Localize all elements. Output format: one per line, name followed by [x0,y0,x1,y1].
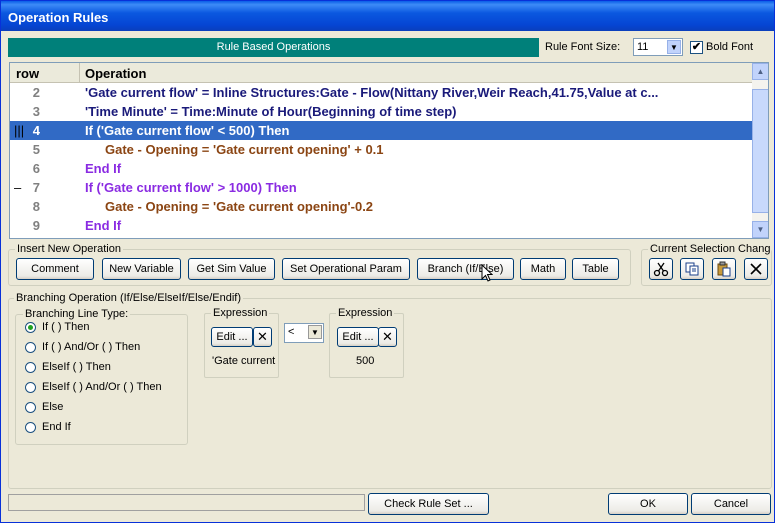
table-row[interactable]: 2 'Gate current flow' = Inline Structures… [10,83,752,102]
current-selection-change-legend: Current Selection Change [648,243,771,255]
operation-text: 'Time Minute' = Time:Minute of Hour(Begi… [85,104,457,119]
title-bar[interactable]: Operation Rules [1,1,774,31]
cancel-button[interactable]: Cancel [691,493,771,515]
window-title: Operation Rules [8,10,109,25]
chevron-down-icon[interactable]: ▼ [308,325,322,339]
row-number: 4 [32,123,40,138]
row-number: 2 [32,85,40,100]
table-row[interactable]: 3 'Time Minute' = Time:Minute of Hour(Beg… [10,102,752,121]
scroll-thumb[interactable] [752,89,768,213]
operation-text: 'Gate current flow' = Inline Structures:… [85,85,659,100]
scroll-down-icon[interactable]: ▼ [752,221,768,238]
table-button[interactable]: Table [572,258,619,280]
chevron-down-icon[interactable]: ▼ [667,40,681,54]
new-variable-button[interactable]: New Variable [102,258,181,280]
scroll-up-icon[interactable]: ▲ [752,63,768,80]
right-expression-value: 500 [356,355,375,367]
operation-text: End If [85,218,122,233]
right-expression-legend: Expression [336,307,395,319]
row-number: 8 [32,199,40,214]
bold-font-checkbox[interactable]: ✔ [690,41,703,54]
row-number: 7 [32,180,40,195]
mouse-pointer-icon [481,264,493,282]
operation-text: Gate - Opening = 'Gate current opening' … [105,142,384,157]
bold-font-label: Bold Font [706,41,754,53]
radio-button[interactable] [25,402,36,413]
radio-button[interactable] [25,342,36,353]
branching-operation-legend: Branching Operation (If/Else/ElseIf/Else… [14,292,243,304]
ok-button[interactable]: OK [608,493,688,515]
left-expression-value: 'Gate current [212,355,276,367]
copy-icon[interactable] [680,258,704,280]
table-row[interactable]: 5 Gate - Opening = 'Gate current opening'… [10,140,752,159]
table-row[interactable]: 9 End If [10,216,752,235]
operation-text: If ('Gate current flow' > 1000) Then [85,180,297,195]
radio-button[interactable] [25,382,36,393]
grid-header: row Operation [10,63,752,83]
branching-line-type-group [15,314,188,445]
comment-button[interactable]: Comment [16,258,94,280]
radio-label: Else [42,401,64,413]
radio-label: If ( ) Then [42,321,90,333]
status-bar [8,494,365,511]
radio-label: If ( ) And/Or ( ) Then [42,341,141,353]
radio-label: End If [42,421,71,433]
left-expression-clear-close-icon[interactable]: ✕ [253,327,272,347]
radio-button[interactable] [25,362,36,373]
rule-based-operations-banner: Rule Based Operations [8,38,539,57]
delete-icon[interactable] [744,258,768,280]
operation-text: End If [85,161,122,176]
right-expression-clear-close-icon[interactable]: ✕ [378,327,397,347]
table-row[interactable]: 6 End If [10,159,752,178]
row-number: 6 [32,161,40,176]
operation-rules-window: Operation Rules Rule Based Operations Ru… [0,0,775,523]
grid-vertical-scrollbar[interactable]: ▲ ▼ [752,63,768,238]
radio-label: ElseIf ( ) Then [42,361,111,373]
operator-value: < [288,326,295,338]
radio-button[interactable] [25,422,36,433]
column-header-row[interactable]: row [10,63,80,83]
get-sim-value-button[interactable]: Get Sim Value [188,258,275,280]
table-row[interactable]: –7 If ('Gate current flow' > 1000) Then [10,178,752,197]
left-expression-legend: Expression [211,307,270,319]
row-number: 5 [32,142,40,157]
rule-font-size-value: 11 [637,41,649,53]
right-expression-edit-button[interactable]: Edit ... [337,327,379,347]
math-button[interactable]: Math [520,258,566,280]
radio-label: ElseIf ( ) And/Or ( ) Then [42,381,162,393]
row-number: 9 [32,218,40,233]
check-rule-set-button[interactable]: Check Rule Set ... [368,493,489,515]
table-row[interactable]: 8 Gate - Opening = 'Gate current opening'… [10,197,752,216]
cut-icon[interactable] [649,258,673,280]
insert-new-operation-legend: Insert New Operation [15,243,123,255]
operation-text: If ('Gate current flow' < 500) Then [85,123,290,138]
row-number: 3 [32,104,40,119]
paste-icon[interactable] [712,258,736,280]
branch-if-else-button[interactable]: Branch (If/Else) [417,258,514,280]
left-expression-edit-button[interactable]: Edit ... [211,327,253,347]
operation-text: Gate - Opening = 'Gate current opening'-… [105,199,374,214]
operations-grid[interactable]: row Operation 2 'Gate current flow' = Inl… [9,62,769,239]
branching-line-type-legend: Branching Line Type: [23,308,131,320]
rule-font-size-select[interactable]: 11 ▼ [633,38,683,56]
operator-select[interactable]: < ▼ [284,323,324,343]
table-row[interactable]: ||| 4 If ('Gate current flow' < 500) Then [10,121,752,140]
set-operational-param-button[interactable]: Set Operational Param [282,258,410,280]
radio-button[interactable] [25,322,36,333]
rule-font-size-label: Rule Font Size: [545,41,621,53]
column-header-operation[interactable]: Operation [81,63,146,83]
